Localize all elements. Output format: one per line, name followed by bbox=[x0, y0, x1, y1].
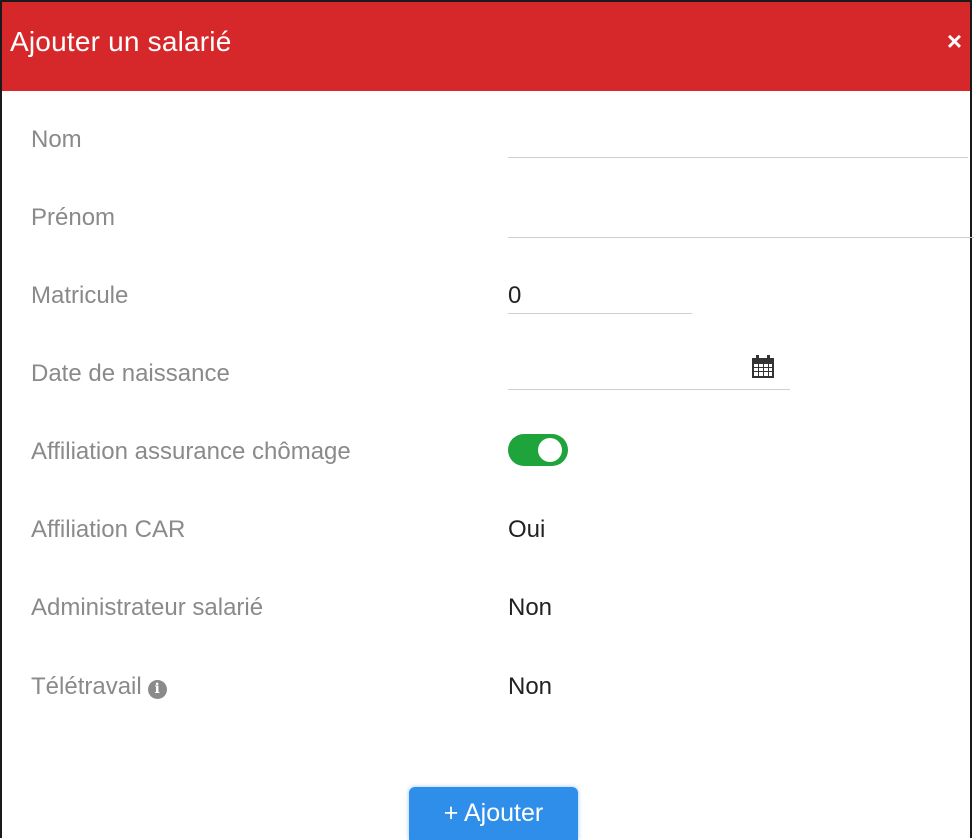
toggle-knob bbox=[538, 438, 562, 462]
matricule-input[interactable] bbox=[508, 278, 692, 314]
date-naissance-label: Date de naissance bbox=[31, 360, 230, 387]
nom-label: Nom bbox=[31, 126, 82, 153]
teletravail-label: Télétravail bbox=[31, 673, 142, 700]
info-icon[interactable]: i bbox=[147, 680, 167, 699]
affiliation-chomage-label: Affiliation assurance chômage bbox=[31, 438, 351, 465]
matricule-label: Matricule bbox=[31, 282, 129, 309]
administrateur-value: Non bbox=[508, 594, 553, 621]
modal-title: Ajouter un salarié bbox=[10, 26, 232, 57]
date-naissance-input[interactable] bbox=[508, 354, 790, 390]
prenom-label: Prénom bbox=[31, 204, 116, 231]
calendar-icon[interactable] bbox=[750, 354, 776, 380]
prenom-input[interactable] bbox=[508, 202, 974, 238]
teletravail-value: Non bbox=[508, 673, 553, 700]
add-employee-modal: Ajouter un salarié × Nom Prénom Matricul… bbox=[0, 0, 974, 840]
close-icon[interactable]: × bbox=[947, 26, 962, 56]
affiliation-car-label: Affiliation CAR bbox=[31, 516, 186, 543]
modal-header: Ajouter un salarié × bbox=[2, 2, 970, 91]
nom-input[interactable] bbox=[508, 124, 968, 158]
affiliation-car-value: Oui bbox=[508, 516, 546, 543]
affiliation-chomage-toggle[interactable] bbox=[508, 434, 568, 466]
teletravail-label-group: Télétravail i bbox=[31, 672, 167, 702]
add-button[interactable]: + Ajouter bbox=[409, 787, 578, 840]
administrateur-label: Administrateur salarié bbox=[31, 594, 264, 621]
